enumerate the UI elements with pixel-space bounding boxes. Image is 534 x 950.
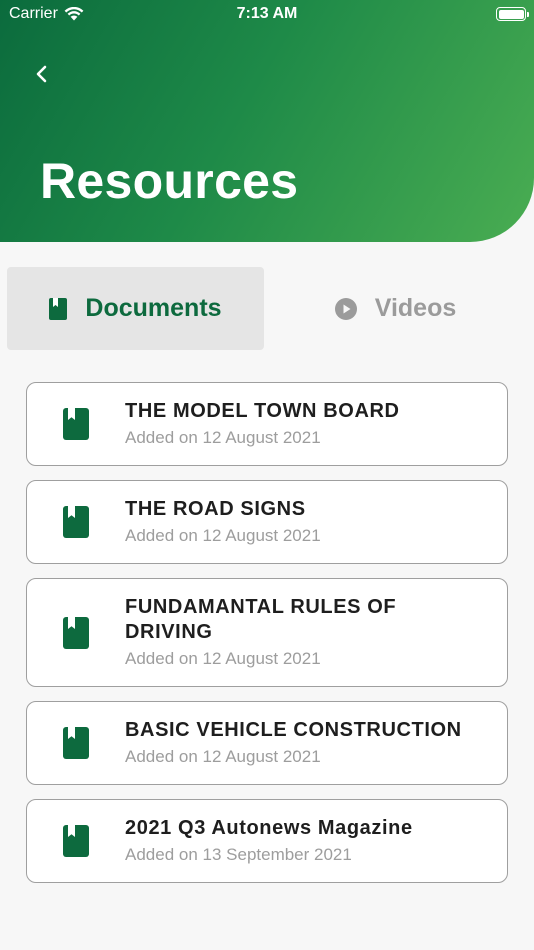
status-bar: Carrier 7:13 AM bbox=[0, 0, 534, 28]
book-icon bbox=[63, 616, 89, 649]
card-icon-wrap bbox=[27, 616, 125, 649]
card-icon-wrap bbox=[27, 408, 125, 440]
tab-documents[interactable]: Documents bbox=[7, 267, 264, 350]
card-icon-wrap bbox=[27, 727, 125, 759]
document-title: BASIC VEHICLE CONSTRUCTION bbox=[125, 719, 462, 741]
resource-tabs: Documents Videos bbox=[7, 267, 527, 350]
book-icon bbox=[63, 825, 89, 857]
document-date: Added on 12 August 2021 bbox=[125, 747, 321, 766]
list-item[interactable]: FUNDAMANTAL RULES OF DRIVING Added on 12… bbox=[26, 578, 508, 687]
book-icon bbox=[63, 506, 89, 538]
document-title: FUNDAMANTAL RULES OF DRIVING bbox=[125, 596, 397, 643]
list-item[interactable]: BASIC VEHICLE CONSTRUCTION Added on 12 A… bbox=[26, 701, 508, 785]
battery-icon bbox=[496, 7, 529, 21]
page-title: Resources bbox=[40, 153, 299, 209]
list-item[interactable]: THE MODEL TOWN BOARD Added on 12 August … bbox=[26, 382, 508, 466]
book-icon bbox=[63, 408, 89, 440]
document-title: 2021 Q3 Autonews Magazine bbox=[125, 817, 413, 839]
document-date: Added on 12 August 2021 bbox=[125, 649, 321, 668]
document-date: Added on 13 September 2021 bbox=[125, 845, 352, 864]
list-item[interactable]: THE ROAD SIGNS Added on 12 August 2021 bbox=[26, 480, 508, 564]
list-item[interactable]: 2021 Q3 Autonews Magazine Added on 13 Se… bbox=[26, 799, 508, 883]
tab-videos-label: Videos bbox=[374, 294, 457, 322]
card-icon-wrap bbox=[27, 825, 125, 857]
documents-list: THE MODEL TOWN BOARD Added on 12 August … bbox=[26, 382, 508, 897]
header-banner: Carrier 7:13 AM Resources bbox=[0, 0, 534, 242]
tab-videos[interactable]: Videos bbox=[264, 267, 527, 350]
status-time: 7:13 AM bbox=[236, 5, 298, 22]
book-icon bbox=[63, 727, 89, 759]
document-title: THE ROAD SIGNS bbox=[125, 498, 306, 520]
document-title: THE MODEL TOWN BOARD bbox=[125, 400, 400, 422]
document-date: Added on 12 August 2021 bbox=[125, 428, 321, 447]
back-button[interactable] bbox=[28, 58, 56, 90]
card-icon-wrap bbox=[27, 506, 125, 538]
book-icon bbox=[49, 297, 68, 320]
tab-documents-label: Documents bbox=[85, 294, 222, 322]
chevron-left-icon bbox=[36, 65, 47, 83]
play-circle-icon bbox=[334, 297, 357, 320]
document-date: Added on 12 August 2021 bbox=[125, 526, 321, 545]
